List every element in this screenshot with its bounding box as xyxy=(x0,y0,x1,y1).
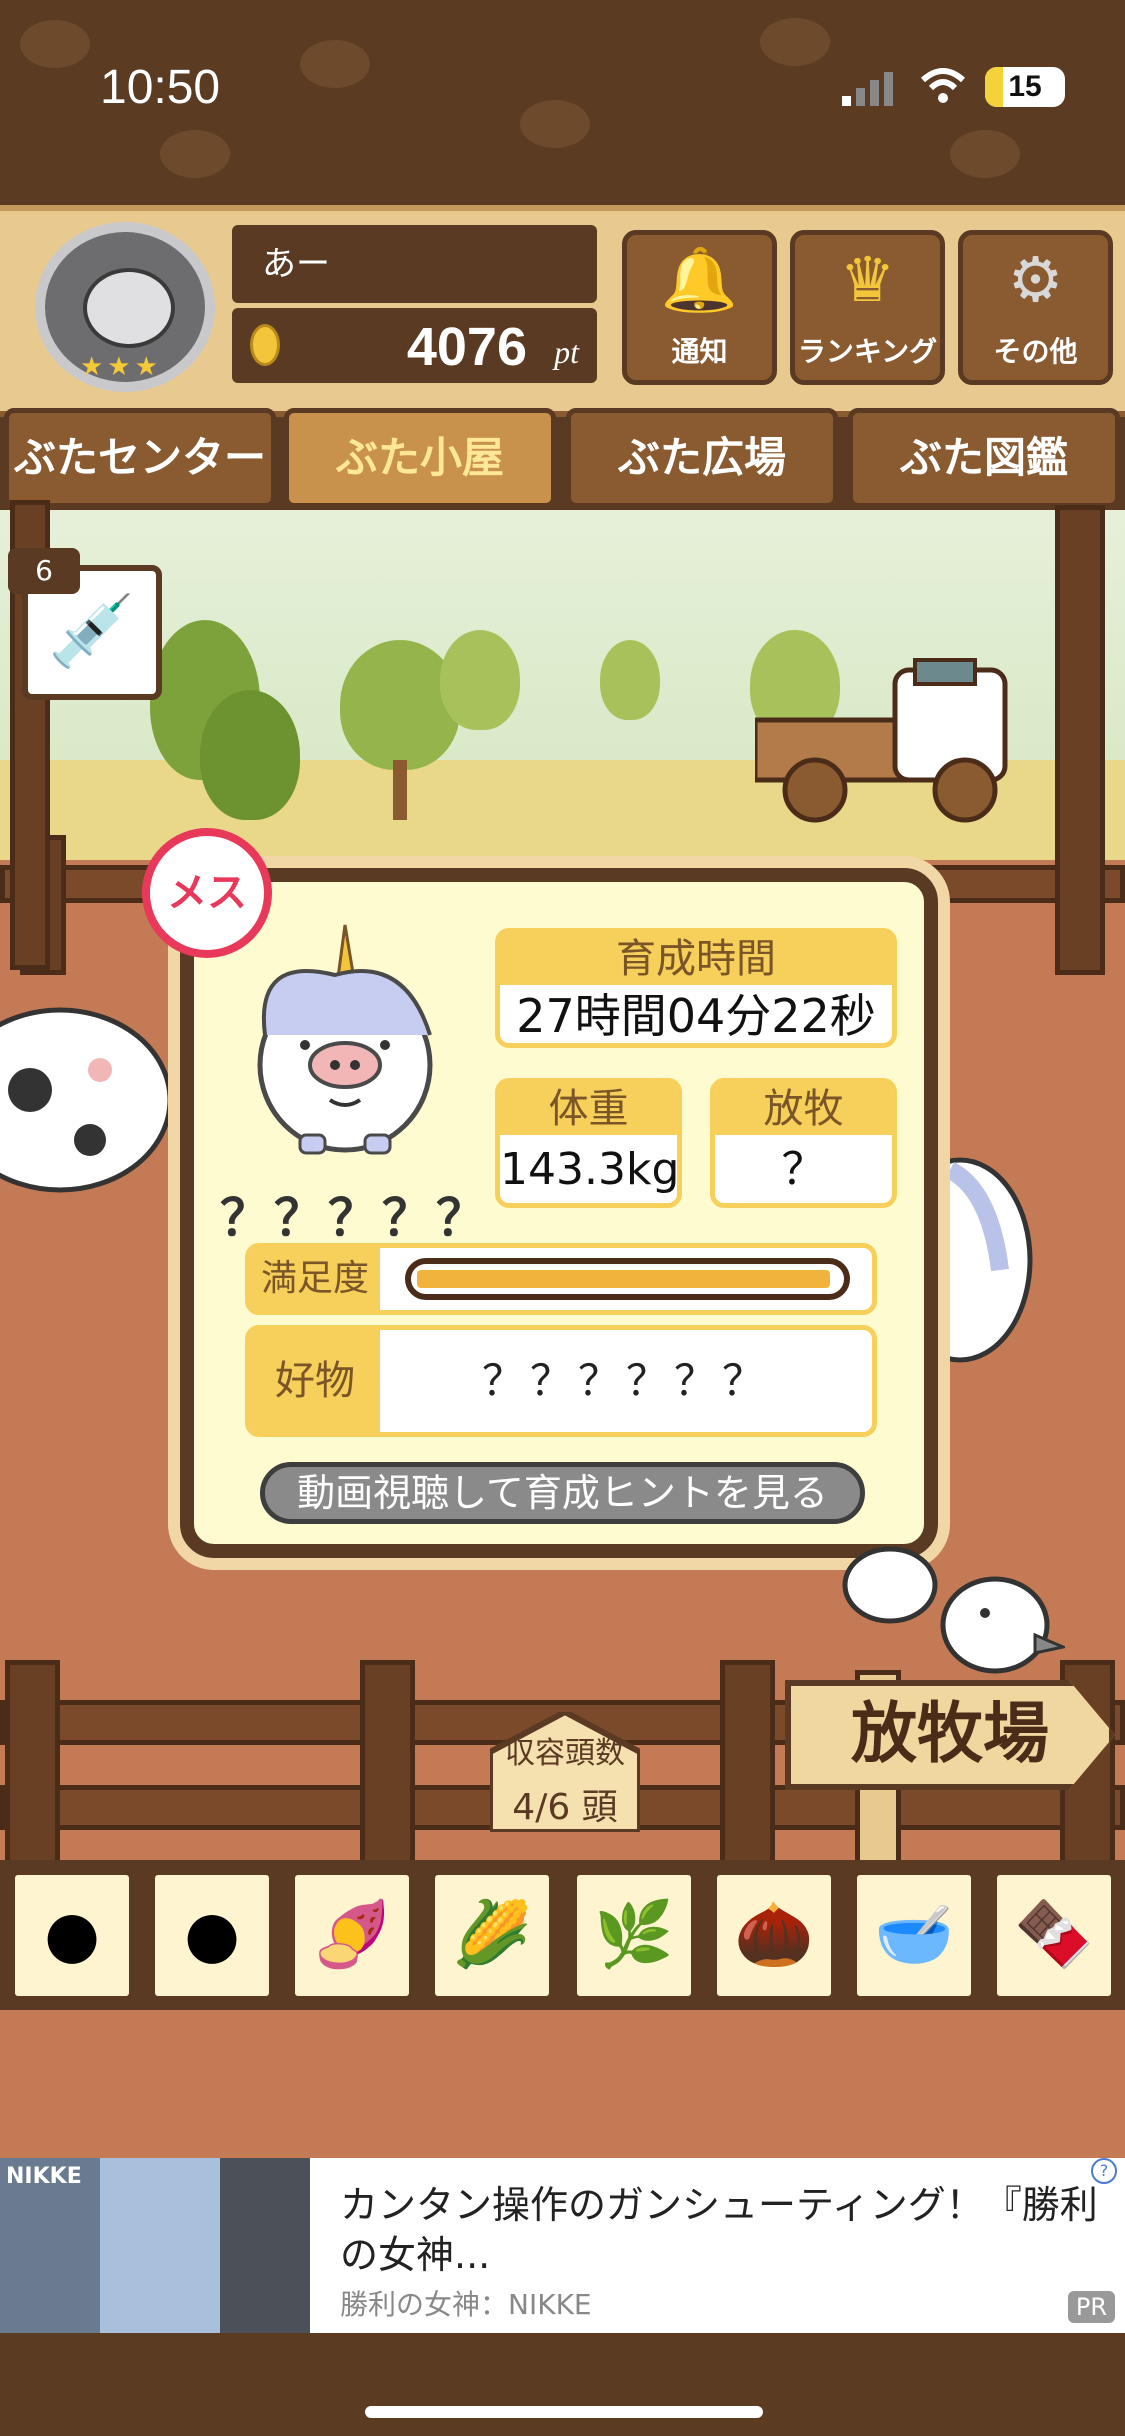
favorite-value: ？？？？？？ xyxy=(481,1356,770,1405)
berry-leaf-icon[interactable]: 🌿 xyxy=(570,1868,698,2003)
ad-title: カンタン操作のガンシューティング！『勝利の女神... xyxy=(340,2183,1098,2277)
pasture-sign[interactable]: 放牧場 xyxy=(785,1680,1115,1790)
bird-icon xyxy=(935,1565,1068,1675)
satisfaction-meter xyxy=(405,1258,850,1300)
crown-icon: ♛ xyxy=(839,243,896,316)
notification-label: 通知 xyxy=(671,335,728,368)
sweet-potato-icon[interactable]: 🍠 xyxy=(288,1868,416,2003)
avatar[interactable]: ★★★ xyxy=(35,222,215,392)
rank-stars: ★★★ xyxy=(80,352,162,382)
corn-icon[interactable]: 🌽 xyxy=(428,1868,556,2003)
ad-image-2 xyxy=(100,2158,220,2333)
wifi-icon xyxy=(918,66,968,106)
other-button[interactable]: ⚙ その他 xyxy=(958,230,1113,385)
satisfaction-label: 満足度 xyxy=(250,1248,380,1310)
points-unit: pt xyxy=(554,334,579,370)
coin-icon xyxy=(250,324,280,366)
points-display: 4076 pt xyxy=(232,308,597,383)
pig-name: ？？？？？ xyxy=(220,1189,490,1247)
ad-brand: NIKKE xyxy=(6,2164,82,2189)
pig-unicorn-side xyxy=(887,1150,1040,1380)
ad-banner[interactable]: NIKKE カンタン操作のガンシューティング！『勝利の女神... 勝利の女神：N… xyxy=(0,2158,1125,2333)
favorite-row: 好物 ？？？？？？ xyxy=(245,1325,877,1437)
gear-icon: ⚙ xyxy=(1007,243,1064,316)
syringe-count: 6 xyxy=(8,548,80,594)
home-indicator[interactable] xyxy=(365,2406,763,2418)
weight-value: 143.3kg xyxy=(500,1144,680,1195)
ad-image-3 xyxy=(220,2158,310,2333)
bottom-background xyxy=(0,2333,1125,2436)
tab-buta-goya[interactable]: ぶた小屋 xyxy=(284,408,556,508)
food-bowl-icon[interactable]: 🥣 xyxy=(850,1868,978,2003)
raise-time-label: 育成時間 xyxy=(500,933,892,985)
favorite-label: 好物 xyxy=(250,1330,380,1432)
bird-icon-2 xyxy=(840,1540,940,1630)
pig-cow-pattern xyxy=(0,980,173,1200)
raise-time-value: 27時間04分22秒 xyxy=(516,989,876,1043)
clock: 10:50 xyxy=(100,61,221,114)
watch-video-hint-button[interactable]: 動画視聴して育成ヒントを見る xyxy=(260,1462,865,1524)
bell-icon: 🔔 xyxy=(660,243,739,316)
acorn-icon[interactable]: 🌰 xyxy=(710,1868,838,2003)
ad-info-icon[interactable]: ? xyxy=(1091,2158,1117,2184)
tab-buta-hiroba[interactable]: ぶた広場 xyxy=(566,408,838,508)
graze-value: ？ xyxy=(781,1144,826,1195)
signal-icon xyxy=(840,70,900,106)
ranking-label: ランキング xyxy=(797,335,938,368)
raise-time-box: 育成時間 27時間04分22秒 xyxy=(495,928,897,1048)
points-value: 4076 xyxy=(406,317,527,377)
graze-box: 放牧 ？ xyxy=(710,1078,897,1208)
satisfaction-row: 満足度 xyxy=(245,1243,877,1315)
ad-advertiser: 勝利の女神：NIKKE xyxy=(340,2288,592,2321)
weight-box: 体重 143.3kg xyxy=(495,1078,682,1208)
graze-label: 放牧 xyxy=(715,1083,892,1135)
ad-pr-badge: PR xyxy=(1067,2291,1115,2323)
other-label: その他 xyxy=(993,335,1078,368)
capacity-value: 4/6 頭 xyxy=(512,1787,618,1828)
ad-image-1: NIKKE xyxy=(0,2158,100,2333)
tab-buta-zukan[interactable]: ぶた図鑑 xyxy=(848,408,1120,508)
tab-buta-center[interactable]: ぶたセンター xyxy=(4,408,276,508)
truck xyxy=(752,650,1035,830)
satisfaction-fill xyxy=(417,1270,830,1288)
battery-icon: 15 xyxy=(985,67,1065,107)
capacity-label: 収容頭数 xyxy=(505,1736,625,1771)
notification-button[interactable]: 🔔 通知 xyxy=(622,230,777,385)
pig-face-icon xyxy=(83,268,175,348)
weight-label: 体重 xyxy=(500,1083,677,1135)
user-name: あー xyxy=(232,225,597,303)
food-grain-2-icon[interactable]: ● xyxy=(148,1868,276,2003)
chocolate-plate-icon[interactable]: 🍫 xyxy=(990,1868,1118,2003)
food-grain-1-icon[interactable]: ● xyxy=(8,1868,136,2003)
ranking-button[interactable]: ♛ ランキング xyxy=(790,230,945,385)
unicorn-pig-image xyxy=(245,915,445,1155)
